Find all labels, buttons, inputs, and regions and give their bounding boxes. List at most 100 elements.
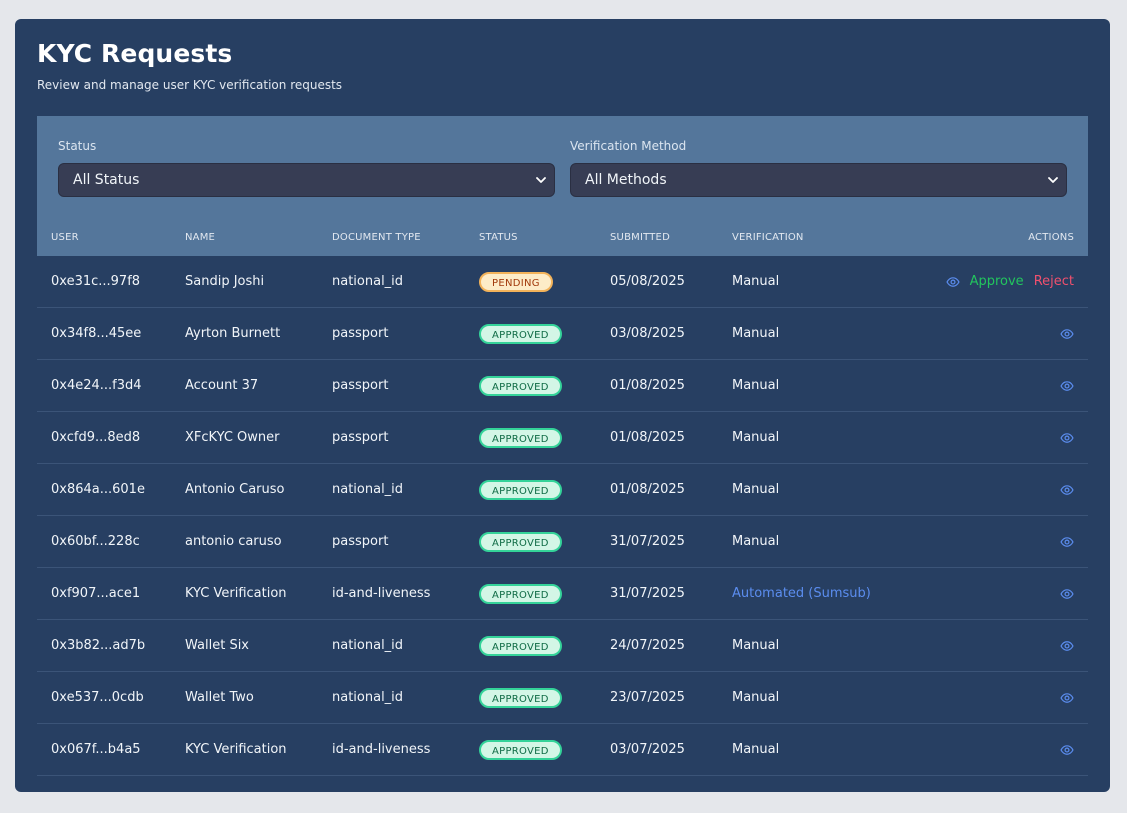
table-row: 0xf907...ace1 KYC Verification id-and-live…: [37, 568, 1088, 620]
column-header-actions: ACTIONS: [1028, 232, 1074, 243]
user-address: 0x60bf...228c: [51, 534, 140, 549]
status-filter-value: All Status: [73, 172, 140, 188]
status-cell: APPROVED: [479, 360, 562, 411]
status-filter-select[interactable]: All Status: [58, 163, 555, 197]
submitted-date: 24/07/2025: [610, 638, 685, 653]
document-type: passport: [332, 378, 389, 393]
user-address: 0x4e24...f3d4: [51, 378, 142, 393]
view-button[interactable]: [1060, 483, 1074, 497]
kyc-table-body: 0xe31c...97f8 Sandip Joshi national_id PEND…: [37, 256, 1088, 776]
approve-button[interactable]: Approve: [970, 274, 1024, 289]
table-row: 0xcfd9...8ed8 XFcKYC Owner passport APPROVE…: [37, 412, 1088, 464]
page-subtitle: Review and manage user KYC verification …: [37, 78, 343, 92]
status-filter-label: Status: [58, 139, 97, 153]
verification-method: Manual: [732, 638, 780, 653]
table-row: 0x067f...b4a5 KYC Verification id-and-live…: [37, 724, 1088, 776]
row-actions: [1060, 516, 1074, 567]
column-header-name: NAME: [185, 232, 216, 243]
verification-method: Manual: [732, 534, 780, 549]
status-badge: APPROVED: [479, 323, 562, 344]
view-button[interactable]: [1060, 691, 1074, 705]
table-row: 0xe31c...97f8 Sandip Joshi national_id PEND…: [37, 256, 1088, 308]
status-badge: APPROVED: [479, 427, 562, 448]
document-type: national_id: [332, 638, 404, 653]
submitted-date: 03/08/2025: [610, 326, 685, 341]
document-type: national_id: [332, 690, 404, 705]
document-type: id-and-liveness: [332, 586, 431, 601]
verification-method: Automated (Sumsub): [732, 586, 871, 601]
chevron-down-icon: [1048, 177, 1058, 183]
status-cell: PENDING: [479, 256, 553, 307]
row-actions: [1060, 620, 1074, 671]
user-name: antonio caruso: [185, 534, 282, 549]
user-address: 0x864a...601e: [51, 482, 145, 497]
eye-icon: [1060, 484, 1074, 495]
user-address: 0xf907...ace1: [51, 586, 141, 601]
user-address: 0x067f...b4a5: [51, 742, 141, 757]
column-header-verification: VERIFICATION: [732, 232, 804, 243]
status-cell: APPROVED: [479, 516, 562, 567]
view-button[interactable]: [1060, 535, 1074, 549]
column-header-user: USER: [51, 232, 79, 243]
status-badge: APPROVED: [479, 375, 562, 396]
verification-method: Manual: [732, 482, 780, 497]
column-header-status: STATUS: [479, 232, 518, 243]
user-address: 0x3b82...ad7b: [51, 638, 146, 653]
view-button[interactable]: [1060, 743, 1074, 757]
user-name: Sandip Joshi: [185, 274, 265, 289]
status-cell: APPROVED: [479, 412, 562, 463]
verification-method: Manual: [732, 378, 780, 393]
user-name: Antonio Caruso: [185, 482, 285, 497]
method-filter-label: Verification Method: [570, 139, 687, 153]
method-filter-select[interactable]: All Methods: [570, 163, 1067, 197]
status-badge: PENDING: [479, 271, 553, 292]
chevron-down-icon: [536, 177, 546, 183]
document-type: national_id: [332, 274, 404, 289]
status-badge: APPROVED: [479, 635, 562, 656]
eye-icon: [1060, 536, 1074, 547]
eye-icon: [1060, 744, 1074, 755]
kyc-requests-card: KYC Requests Review and manage user KYC …: [15, 19, 1110, 792]
view-button[interactable]: [1060, 327, 1074, 341]
user-address: 0x34f8...45ee: [51, 326, 142, 341]
document-type: passport: [332, 534, 389, 549]
status-badge: APPROVED: [479, 583, 562, 604]
table-row: 0x34f8...45ee Ayrton Burnett passport APPRO…: [37, 308, 1088, 360]
user-name: Ayrton Burnett: [185, 326, 281, 341]
view-button[interactable]: [1060, 431, 1074, 445]
eye-icon: [1060, 692, 1074, 703]
user-name: KYC Verification: [185, 586, 287, 601]
status-cell: APPROVED: [479, 620, 562, 671]
user-name: Wallet Two: [185, 690, 254, 705]
view-button[interactable]: [1060, 587, 1074, 601]
status-cell: APPROVED: [479, 308, 562, 359]
table-row: 0x60bf...228c antonio caruso passport APPRO…: [37, 516, 1088, 568]
eye-icon: [1060, 432, 1074, 443]
table-row: 0x3b82...ad7b Wallet Six national_id APPROV…: [37, 620, 1088, 672]
row-actions: [1060, 308, 1074, 359]
document-type: national_id: [332, 482, 404, 497]
row-actions: Approve Reject: [945, 256, 1074, 307]
status-cell: APPROVED: [479, 568, 562, 619]
row-actions: [1060, 568, 1074, 619]
table-filter-panel: Status All Status Verification Method Al…: [37, 116, 1088, 256]
view-button[interactable]: [1060, 639, 1074, 653]
eye-icon: [1060, 328, 1074, 339]
verification-method: Manual: [732, 326, 780, 341]
document-type: id-and-liveness: [332, 742, 431, 757]
reject-button[interactable]: Reject: [1034, 274, 1074, 289]
user-name: KYC Verification: [185, 742, 287, 757]
document-type: passport: [332, 326, 389, 341]
eye-icon: [1060, 640, 1074, 651]
table-row: 0x4e24...f3d4 Account 37 passport APPROVED 0…: [37, 360, 1088, 412]
column-header-submitted: SUBMITTED: [610, 232, 670, 243]
row-actions: [1060, 360, 1074, 411]
eye-icon: [1060, 380, 1074, 391]
view-button[interactable]: [1060, 379, 1074, 393]
user-address: 0xe31c...97f8: [51, 274, 141, 289]
submitted-date: 01/08/2025: [610, 430, 685, 445]
view-button[interactable]: [945, 275, 960, 289]
row-actions: [1060, 464, 1074, 515]
user-address: 0xe537...0cdb: [51, 690, 144, 705]
status-badge: APPROVED: [479, 479, 562, 500]
